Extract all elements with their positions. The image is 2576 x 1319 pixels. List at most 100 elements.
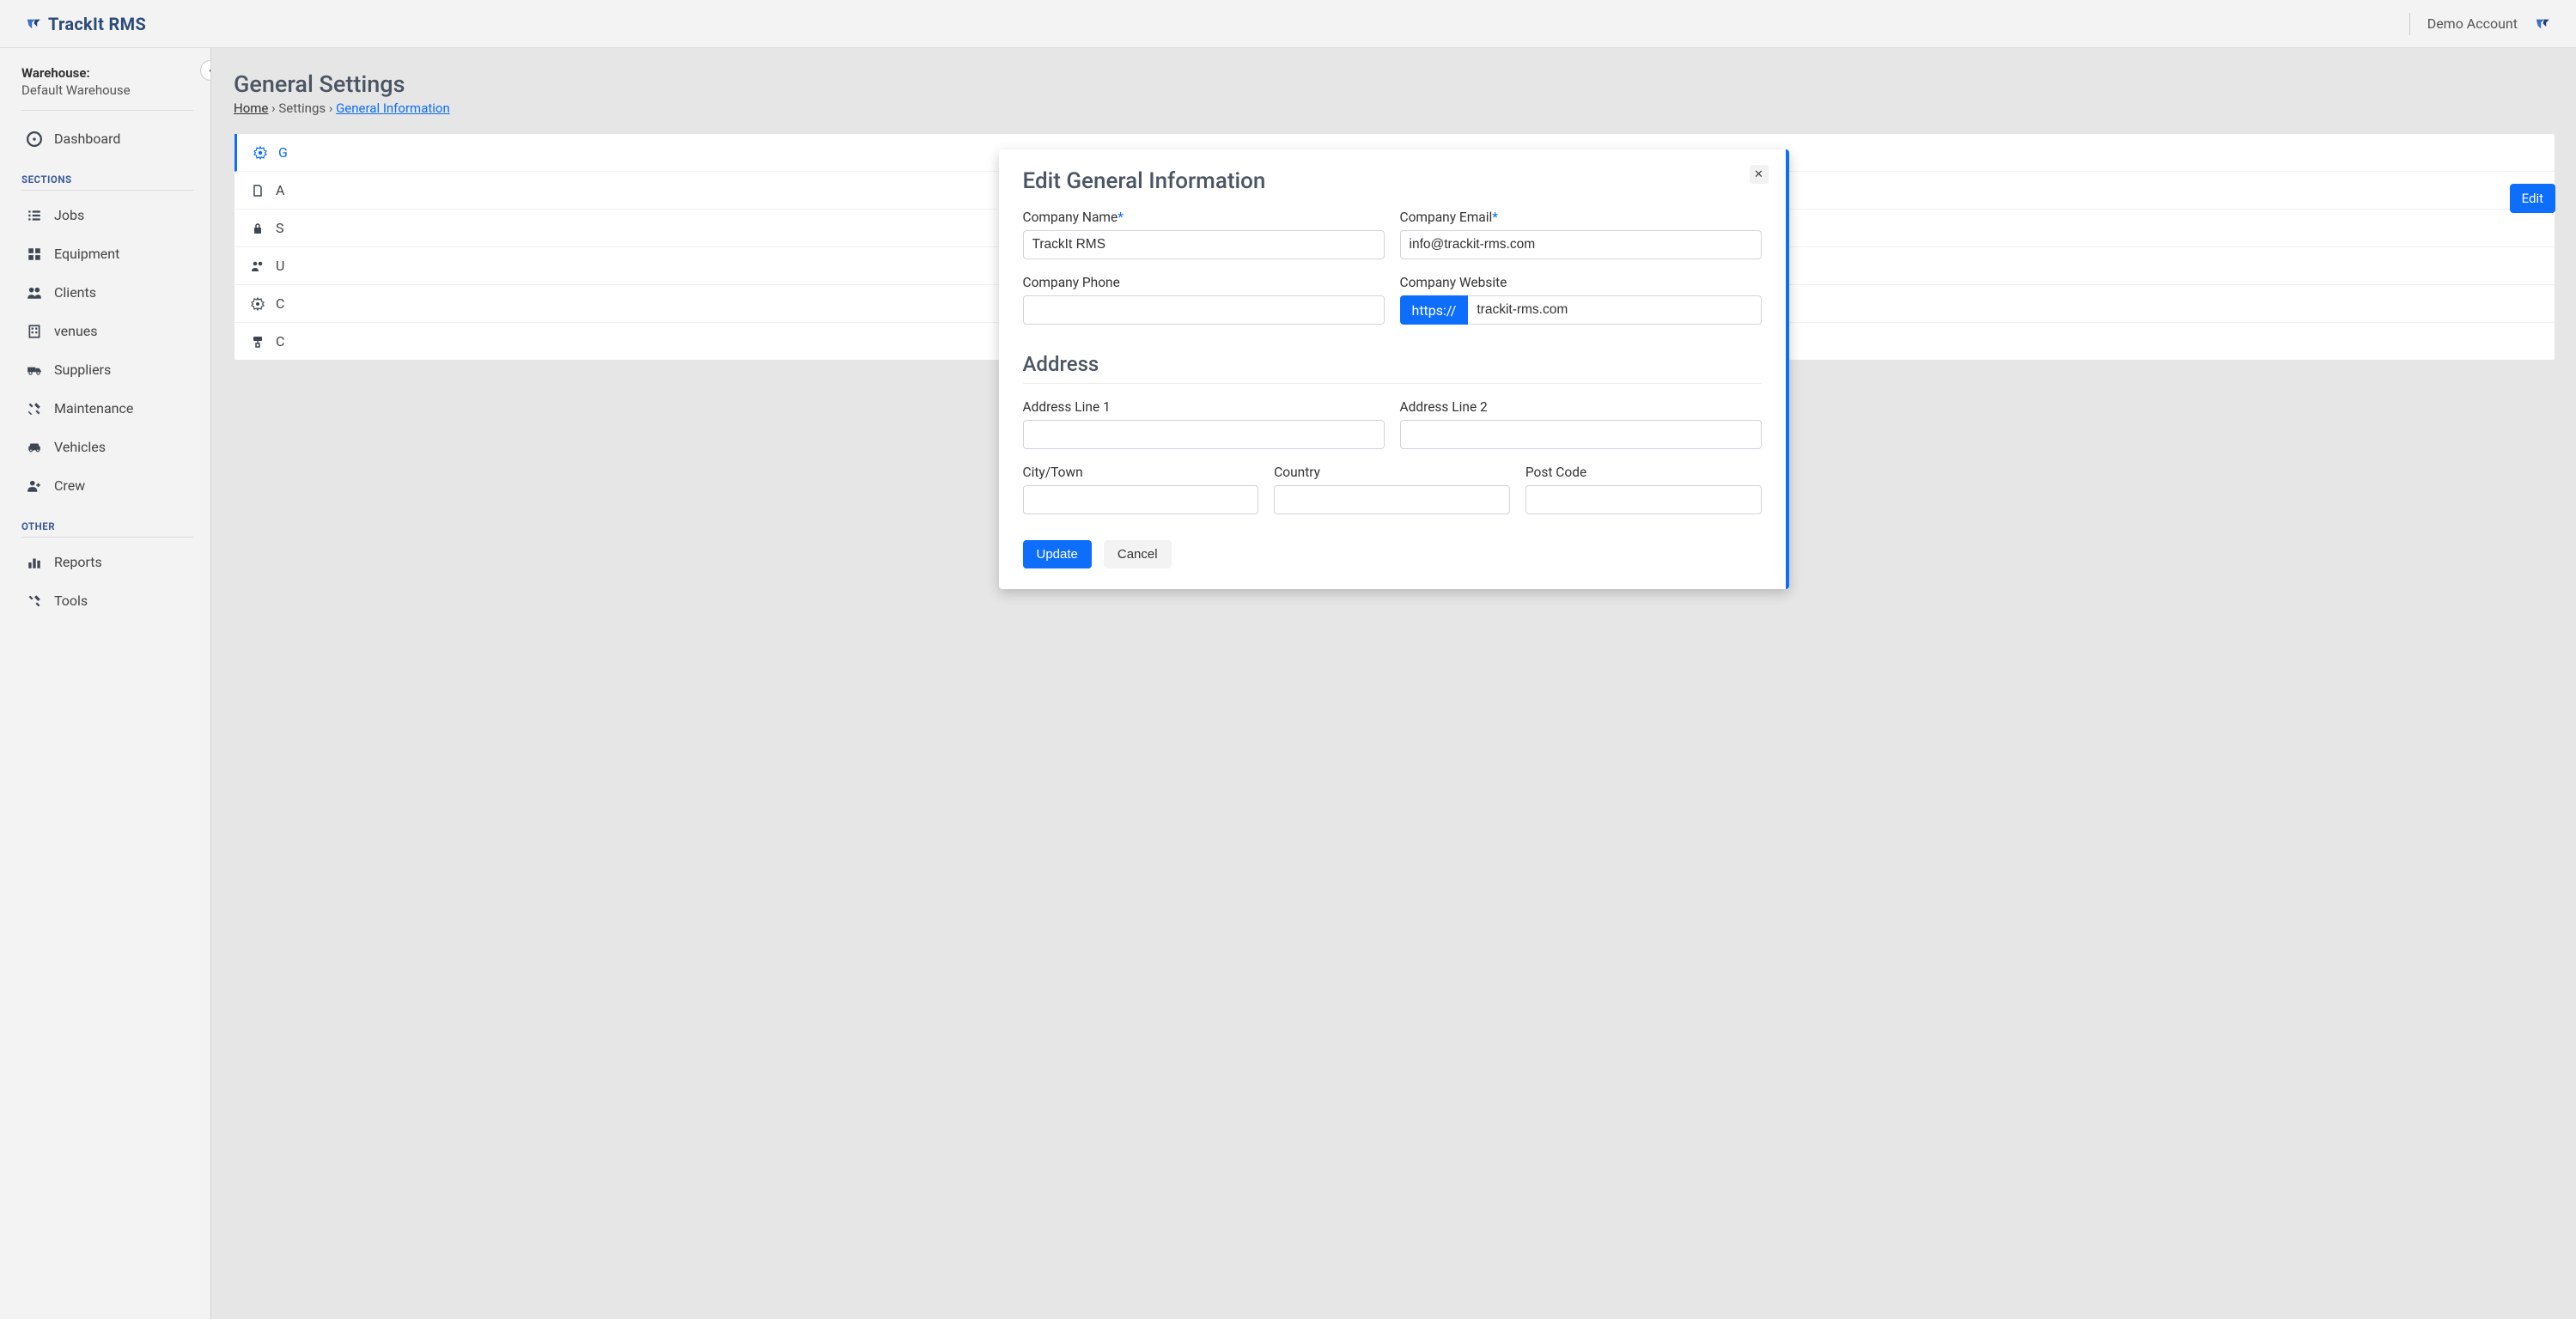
sidebar-item-label: Tools — [54, 593, 88, 609]
sidebar-item-label: Crew — [54, 477, 85, 494]
tools-icon — [27, 593, 42, 609]
sidebar-item-label: venues — [54, 323, 98, 339]
warehouse-block: Warehouse: Default Warehouse — [21, 65, 193, 111]
building-icon — [27, 324, 42, 339]
tab-label: C — [276, 333, 284, 350]
country-label: Country — [1274, 465, 1510, 480]
gauge-icon — [27, 131, 42, 147]
company-phone-input[interactable] — [1023, 295, 1385, 325]
address-section-title: Address — [1023, 352, 1762, 384]
country-input[interactable] — [1274, 485, 1510, 514]
sidebar-item-dashboard[interactable]: Dashboard — [21, 119, 202, 158]
gear-icon — [250, 296, 265, 312]
modal-title: Edit General Information — [1023, 168, 1762, 194]
address2-label: Address Line 2 — [1400, 399, 1762, 415]
close-button[interactable]: ✕ — [1750, 165, 1769, 184]
sidebar-item-label: Suppliers — [54, 362, 111, 378]
update-button[interactable]: Update — [1023, 540, 1092, 568]
sidebar-item-venues[interactable]: venues — [21, 312, 202, 350]
tab-label: A — [276, 182, 284, 198]
sidebar-item-clients[interactable]: Clients — [21, 273, 202, 312]
sidebar-item-label: Dashboard — [54, 131, 120, 147]
breadcrumb-home[interactable]: Home — [234, 100, 268, 116]
sidebar-item-label: Equipment — [54, 246, 119, 262]
brand-logo-icon — [26, 16, 41, 32]
topbar-right: Demo Account — [2409, 13, 2550, 35]
sections-heading: Sections — [21, 173, 193, 191]
company-website-input[interactable] — [1468, 295, 1761, 325]
main-content: General Settings Home › Settings › Gener… — [211, 48, 2576, 1319]
required-marker: * — [1117, 210, 1124, 225]
page-title: General Settings — [234, 70, 2555, 98]
sidebar-item-label: Clients — [54, 284, 96, 301]
sidebar-item-label: Reports — [54, 554, 102, 570]
cancel-button-label: Cancel — [1117, 547, 1158, 562]
required-marker: * — [1492, 210, 1498, 225]
company-name-input[interactable] — [1023, 230, 1385, 259]
website-input-group: https:// — [1400, 295, 1762, 325]
postcode-label: Post Code — [1526, 465, 1762, 480]
users-icon — [250, 258, 265, 274]
update-button-label: Update — [1037, 547, 1078, 562]
sidebar-item-suppliers[interactable]: Suppliers — [21, 350, 202, 389]
edit-general-modal: ✕ Edit General Information Company Name*… — [999, 149, 1789, 589]
sidebar-item-maintenance[interactable]: Maintenance — [21, 389, 202, 428]
tab-label: S — [276, 220, 284, 236]
address2-input[interactable] — [1400, 420, 1762, 449]
sidebar-item-reports[interactable]: Reports — [21, 543, 202, 581]
user-plus-icon — [27, 478, 42, 494]
sidebar-item-label: Maintenance — [54, 400, 133, 416]
tools-icon — [27, 401, 42, 416]
city-input[interactable] — [1023, 485, 1259, 514]
breadcrumb-current[interactable]: General Information — [336, 100, 450, 116]
lock-icon — [250, 221, 265, 236]
city-label: City/Town — [1023, 465, 1259, 480]
users-icon — [27, 285, 42, 301]
divider — [2409, 13, 2410, 35]
warehouse-label: Warehouse: — [21, 65, 193, 81]
sidebar-item-tools[interactable]: Tools — [21, 581, 202, 620]
paint-icon — [250, 334, 265, 350]
sidebar-item-vehicles[interactable]: Vehicles — [21, 428, 202, 466]
address1-input[interactable] — [1023, 420, 1385, 449]
file-icon — [250, 183, 265, 198]
edit-button-label: Edit — [2522, 191, 2543, 206]
sidebar-item-label: Jobs — [54, 207, 84, 223]
tab-label: C — [276, 295, 284, 312]
layout: ‹ Warehouse: Default Warehouse Dashboard… — [0, 48, 2576, 1319]
chart-bar-icon — [27, 555, 42, 570]
breadcrumb: Home › Settings › General Information — [234, 100, 2555, 116]
sidebar-item-label: Vehicles — [54, 439, 106, 455]
cancel-button[interactable]: Cancel — [1104, 540, 1172, 568]
collapse-button[interactable]: ‹ — [200, 60, 211, 81]
breadcrumb-settings: Settings — [278, 100, 326, 116]
other-heading: Other — [21, 520, 193, 538]
sidebar-item-equipment[interactable]: Equipment — [21, 234, 202, 273]
account-link[interactable]: Demo Account — [2427, 15, 2518, 32]
company-email-label: Company Email* — [1400, 210, 1762, 225]
topbar: TrackIt RMS Demo Account — [0, 0, 2576, 48]
brand-text: TrackIt RMS — [48, 14, 146, 34]
sidebar: ‹ Warehouse: Default Warehouse Dashboard… — [0, 48, 211, 1319]
company-phone-label: Company Phone — [1023, 275, 1385, 290]
tab-label: G — [278, 144, 288, 161]
company-email-input[interactable] — [1400, 230, 1762, 259]
website-prefix[interactable]: https:// — [1400, 295, 1469, 325]
brand[interactable]: TrackIt RMS — [26, 14, 146, 34]
close-icon: ✕ — [1754, 168, 1763, 181]
list-icon — [27, 208, 42, 223]
sidebar-item-jobs[interactable]: Jobs — [21, 196, 202, 234]
postcode-input[interactable] — [1526, 485, 1762, 514]
tab-label: U — [276, 258, 284, 274]
gear-icon — [253, 145, 268, 161]
boxes-icon — [27, 246, 42, 262]
company-website-label: Company Website — [1400, 275, 1762, 290]
edit-button[interactable]: Edit — [2510, 184, 2555, 213]
company-name-label: Company Name* — [1023, 210, 1385, 225]
car-icon — [27, 440, 42, 455]
truck-icon — [27, 362, 42, 378]
address1-label: Address Line 1 — [1023, 399, 1385, 415]
warehouse-value: Default Warehouse — [21, 82, 193, 98]
brand-mini-icon — [2535, 16, 2550, 32]
sidebar-item-crew[interactable]: Crew — [21, 466, 202, 505]
